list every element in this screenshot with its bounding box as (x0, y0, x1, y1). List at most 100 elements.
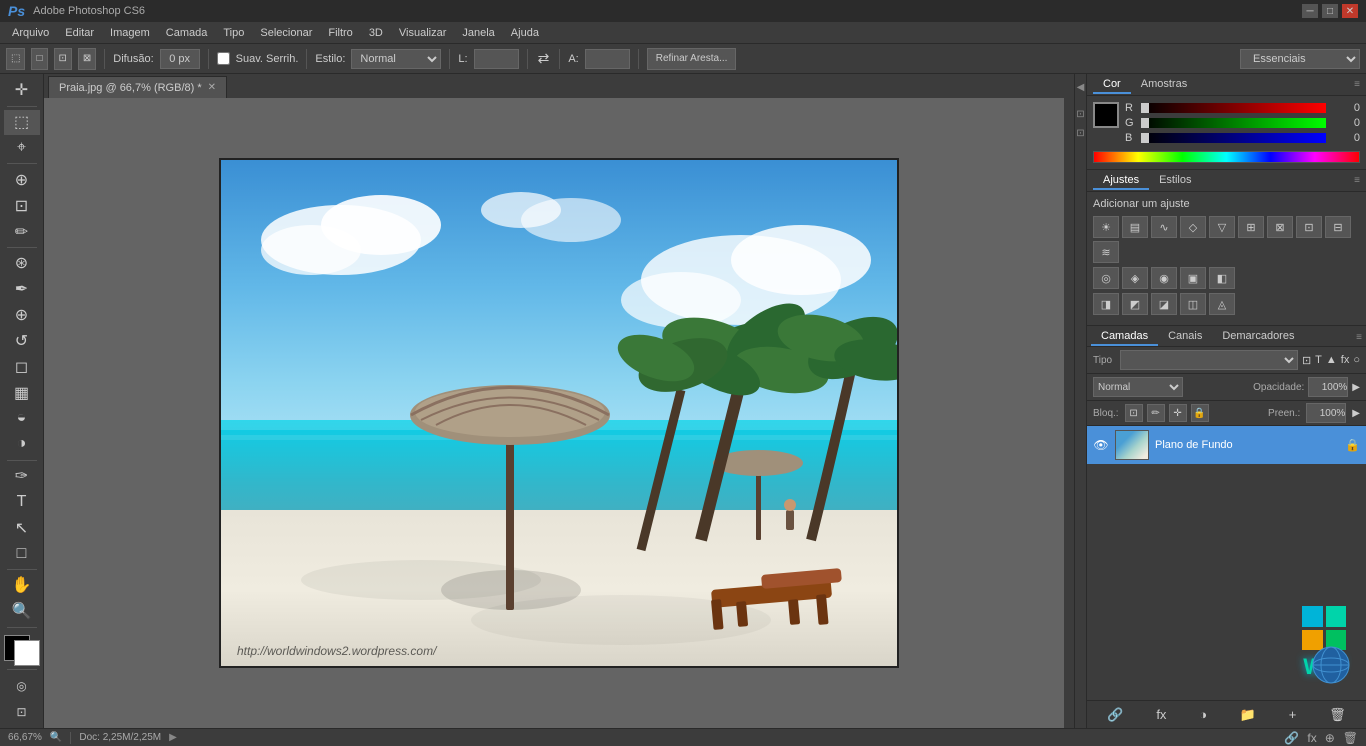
adj-channel-mixer[interactable]: ≋ (1093, 241, 1119, 263)
new-group-btn[interactable]: 📁 (1236, 705, 1260, 725)
adj-extra-1[interactable]: ◨ (1093, 293, 1119, 315)
hand-tool[interactable]: ✋ (4, 573, 40, 598)
history-brush-tool[interactable]: ↺ (4, 328, 40, 353)
layer-item-background[interactable]: 👁 Plano de Fundo 🔒 (1087, 426, 1366, 464)
eyedropper-tool[interactable]: ✏ (4, 219, 40, 244)
panel-collapse-strip[interactable]: ◀ ⊡ ⊡ (1074, 74, 1086, 728)
panel-icon-2[interactable]: ⊡ (1076, 128, 1084, 139)
adj-threshold[interactable]: ◉ (1151, 267, 1177, 289)
color-panel-collapse[interactable]: ≡ (1354, 79, 1360, 90)
lock-pixels[interactable]: ✏ (1147, 404, 1165, 422)
path-selection-tool[interactable]: ↖ (4, 515, 40, 540)
diffusion-input[interactable] (160, 49, 200, 69)
adj-invert[interactable]: ◎ (1093, 267, 1119, 289)
type-filter-toggle[interactable]: ○ (1353, 354, 1360, 366)
type-filter-4[interactable]: fx (1341, 354, 1350, 366)
adj-gradient-map[interactable]: ▣ (1180, 267, 1206, 289)
gradient-tool[interactable]: ▦ (4, 380, 40, 405)
status-trash-icon[interactable]: 🗑 (1343, 731, 1358, 745)
type-filter-3[interactable]: ▲ (1326, 354, 1337, 366)
add-mask-btn[interactable]: ◑ (1195, 705, 1211, 724)
menu-janela[interactable]: Janela (454, 25, 502, 41)
adj-extra-5[interactable]: ◬ (1209, 293, 1235, 315)
adj-extra-2[interactable]: ◩ (1122, 293, 1148, 315)
menu-editar[interactable]: Editar (57, 25, 102, 41)
tab-ajustes[interactable]: Ajustes (1093, 172, 1149, 190)
menu-visualizar[interactable]: Visualizar (391, 25, 455, 41)
rainbow-bar[interactable] (1093, 151, 1360, 163)
menu-imagem[interactable]: Imagem (102, 25, 158, 41)
panel-icon-1[interactable]: ⊡ (1076, 109, 1084, 120)
fill-arrow[interactable]: ▶ (1352, 408, 1360, 419)
dodge-tool[interactable]: ◑ (4, 432, 40, 457)
adj-panel-collapse[interactable]: ≡ (1354, 175, 1360, 186)
zoom-tool[interactable]: 🔍 (4, 599, 40, 624)
document-tab[interactable]: Praia.jpg @ 66,7% (RGB/8) * ✕ (48, 76, 227, 98)
doc-info-arrow[interactable]: ▶ (169, 732, 177, 743)
adj-hsl[interactable]: ⊞ (1238, 216, 1264, 238)
tab-estilos[interactable]: Estilos (1149, 172, 1201, 190)
adj-photo-filter[interactable]: ⊟ (1325, 216, 1351, 238)
adj-vibrance[interactable]: ▽ (1209, 216, 1235, 238)
scroll-edge-right[interactable] (1064, 98, 1074, 728)
canvas-content[interactable]: http://worldwindows2.wordpress.com/ (44, 98, 1074, 728)
clone-tool[interactable]: ⊕ (4, 303, 40, 328)
menu-selecionar[interactable]: Selecionar (252, 25, 320, 41)
type-filter-2[interactable]: T (1315, 354, 1322, 366)
lock-all[interactable]: 🔒 (1191, 404, 1209, 422)
adj-brightness[interactable]: ☀ (1093, 216, 1119, 238)
background-color[interactable] (14, 640, 40, 666)
healing-brush-tool[interactable]: ⊛ (4, 251, 40, 276)
L-input[interactable] (474, 49, 519, 69)
tool-opt-2[interactable]: ⊡ (54, 48, 72, 70)
adj-posterize[interactable]: ◈ (1122, 267, 1148, 289)
menu-camada[interactable]: Camada (158, 25, 216, 41)
maximize-button[interactable]: □ (1322, 4, 1338, 18)
tab-camadas[interactable]: Camadas (1091, 328, 1158, 346)
layers-panel-collapse[interactable]: ≡ (1356, 332, 1362, 343)
adj-curves[interactable]: ∿ (1151, 216, 1177, 238)
lock-transparent[interactable]: ⊡ (1125, 404, 1143, 422)
fill-input[interactable] (1306, 403, 1346, 423)
crop-tool[interactable]: ⊡ (4, 193, 40, 218)
opacity-input[interactable] (1308, 377, 1348, 397)
menu-arquivo[interactable]: Arquivo (4, 25, 57, 41)
pen-tool[interactable]: ✑ (4, 464, 40, 489)
new-layer-btn[interactable]: + (1285, 705, 1301, 724)
color-swatch-fg[interactable] (1093, 102, 1119, 128)
tab-amostras[interactable]: Amostras (1131, 76, 1197, 94)
eraser-tool[interactable]: ◻ (4, 354, 40, 379)
titlebar-controls[interactable]: ─ □ ✕ (1302, 4, 1358, 18)
tab-cor[interactable]: Cor (1093, 76, 1131, 94)
text-tool[interactable]: T (4, 489, 40, 514)
menu-tipo[interactable]: Tipo (215, 25, 252, 41)
adj-levels[interactable]: ▤ (1122, 216, 1148, 238)
red-slider[interactable] (1141, 103, 1326, 113)
style-select[interactable]: Normal (351, 49, 441, 69)
adj-color-balance[interactable]: ⊠ (1267, 216, 1293, 238)
status-fx-icon[interactable]: fx (1307, 731, 1316, 745)
canvas-area[interactable]: Praia.jpg @ 66,7% (RGB/8) * ✕ (44, 74, 1074, 728)
collapse-icon[interactable]: ◀ (1077, 82, 1085, 93)
adj-selective-color[interactable]: ◧ (1209, 267, 1235, 289)
adj-extra-3[interactable]: ◪ (1151, 293, 1177, 315)
marquee-tool-btn[interactable]: ⬚ (6, 48, 25, 70)
layer-visibility-icon[interactable]: 👁 (1093, 437, 1109, 453)
blur-tool[interactable]: ◒ (4, 406, 40, 431)
smoothing-checkbox[interactable] (217, 52, 230, 65)
adj-extra-4[interactable]: ◫ (1180, 293, 1206, 315)
adj-exposure[interactable]: ◇ (1180, 216, 1206, 238)
brush-tool[interactable]: ✒ (4, 277, 40, 302)
tool-opt-3[interactable]: ⊠ (78, 48, 96, 70)
close-button[interactable]: ✕ (1342, 4, 1358, 18)
link-layers-btn[interactable]: 🔗 (1103, 705, 1127, 725)
minimize-button[interactable]: ─ (1302, 4, 1318, 18)
workspace-select[interactable]: Essenciais (1240, 49, 1360, 69)
tab-demarcadores[interactable]: Demarcadores (1212, 328, 1304, 346)
menu-3d[interactable]: 3D (361, 25, 391, 41)
swap-icon[interactable]: ⇄ (536, 48, 552, 69)
delete-layer-btn[interactable]: 🗑 (1325, 705, 1350, 725)
shape-tool[interactable]: □ (4, 541, 40, 566)
blue-slider[interactable] (1141, 133, 1326, 143)
refine-edge-button[interactable]: Refinar Aresta... (647, 48, 737, 70)
